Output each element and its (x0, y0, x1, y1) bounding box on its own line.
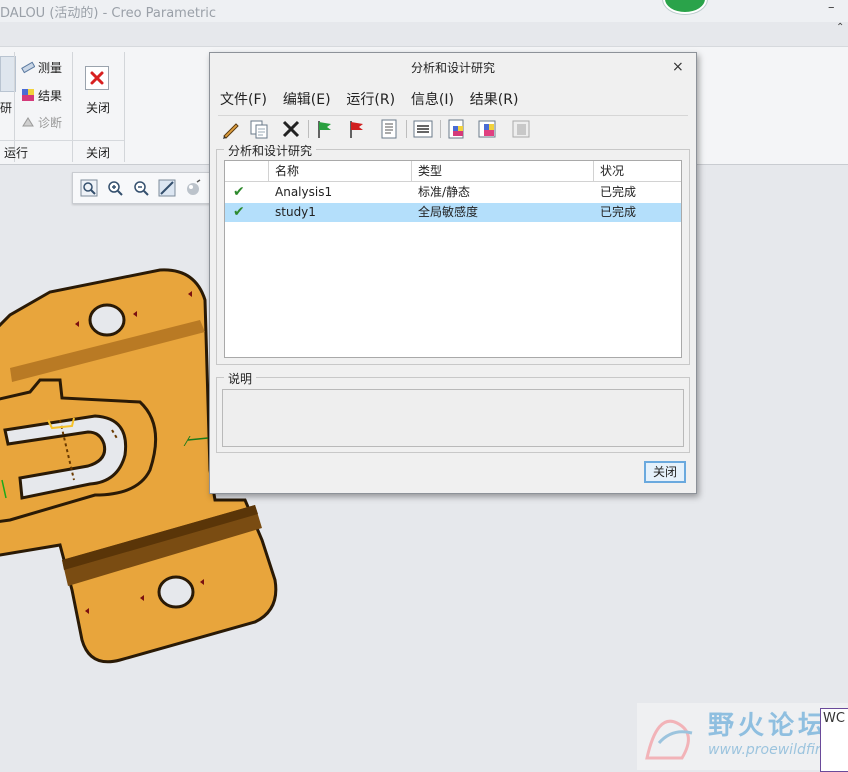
dialog-menubar: 文件(F) 编辑(E) 运行(R) 信息(I) 结果(R) (220, 89, 530, 109)
toolbar-separator (406, 120, 407, 138)
study-type: 全局敏感度 (418, 205, 479, 219)
status-list-icon[interactable] (378, 118, 400, 140)
table-header-status (225, 161, 269, 181)
diagnose-icon (22, 117, 34, 127)
run-button-label[interactable]: 研 (0, 99, 12, 116)
mount-hole (157, 575, 195, 609)
study-state: 已完成 (600, 185, 637, 199)
dialog-title: 分析和设计研究 (410, 61, 495, 75)
close-analysis-label[interactable]: 关闭 (86, 99, 110, 116)
studies-table: 名称 类型 状况 ✔ Analysis1 标准/静态 已完成 ✔ study1 … (224, 160, 682, 358)
repaint-icon[interactable] (158, 179, 176, 197)
menu-results[interactable]: 结果(R) (470, 89, 519, 109)
table-row[interactable]: ✔ Analysis1 标准/静态 已完成 (225, 183, 681, 202)
menu-file[interactable]: 文件(F) (220, 89, 267, 109)
study-name: Analysis1 (275, 185, 333, 199)
view-toolbar (72, 172, 212, 204)
stop-flag-icon[interactable] (346, 118, 368, 140)
studies-group-label: 分析和设计研究 (224, 142, 317, 159)
table-header-state[interactable]: 状况 (594, 161, 681, 181)
description-field[interactable] (222, 389, 684, 447)
ribbon-separator (72, 52, 73, 162)
ruler-icon (21, 61, 35, 74)
dialog-toolbar (218, 115, 688, 140)
watermark-text: 野火论坛 (708, 711, 829, 741)
toolbar-separator (440, 120, 441, 138)
window-title: DALOU (活动的) - Creo Parametric (0, 6, 217, 21)
menu-info[interactable]: 信息(I) (411, 89, 454, 109)
close-x-icon (90, 71, 104, 85)
study-state: 已完成 (600, 205, 637, 219)
measure-button[interactable]: 测量 (21, 59, 62, 76)
coordinate-system-label: WC (823, 711, 845, 726)
delete-icon[interactable] (280, 118, 302, 140)
menu-edit[interactable]: 编辑(E) (283, 89, 331, 109)
insert-result-icon[interactable] (476, 118, 498, 140)
check-icon: ✔ (233, 204, 245, 220)
ribbon-separator (124, 52, 125, 162)
toolbar-separator (308, 120, 309, 138)
header-divider (225, 181, 681, 182)
results-label: 结果 (38, 89, 63, 103)
zoom-fit-icon[interactable] (80, 179, 98, 197)
zoom-in-icon[interactable] (106, 179, 124, 197)
group-label-divider (0, 140, 124, 141)
menu-run[interactable]: 运行(R) (346, 89, 395, 109)
results-icon (22, 89, 34, 101)
study-type: 标准/静态 (418, 185, 471, 199)
run-group-label: 运行 (4, 146, 29, 160)
description-group-label: 说明 (224, 370, 257, 387)
start-flag-icon[interactable] (314, 118, 336, 140)
close-analysis-button[interactable] (85, 66, 109, 90)
display-style-icon[interactable] (184, 179, 202, 197)
results-button[interactable]: 结果 (21, 87, 62, 104)
copy-result-icon[interactable] (510, 118, 532, 140)
table-row-selected[interactable]: ✔ study1 全局敏感度 已完成 (225, 203, 681, 222)
diagnose-label: 诊断 (38, 116, 63, 130)
copy-icon[interactable] (248, 118, 270, 140)
ribbon-divider (0, 46, 848, 47)
study-name: study1 (275, 205, 316, 219)
close-group-label: 关闭 (86, 146, 111, 160)
minimize-button[interactable]: – (828, 0, 835, 15)
mount-hole (88, 303, 126, 337)
table-header-type[interactable]: 类型 (412, 161, 594, 181)
review-results-icon[interactable] (446, 118, 468, 140)
zoom-out-icon[interactable] (132, 179, 150, 197)
dialog-close-icon[interactable]: × (672, 59, 684, 75)
measure-label: 测量 (38, 61, 63, 75)
analysis-study-dialog: 分析和设计研究 × 文件(F) 编辑(E) 运行(R) 信息(I) 结果(R) … (209, 52, 697, 494)
ribbon-collapse-icon[interactable]: ⌃ (836, 22, 844, 33)
dialog-close-button[interactable]: 关闭 (644, 461, 686, 483)
summary-icon[interactable] (412, 118, 434, 140)
check-icon: ✔ (233, 184, 245, 200)
edit-icon[interactable] (220, 118, 242, 140)
table-header-name[interactable]: 名称 (269, 161, 412, 181)
diagnose-button[interactable]: 诊断 (21, 114, 62, 131)
